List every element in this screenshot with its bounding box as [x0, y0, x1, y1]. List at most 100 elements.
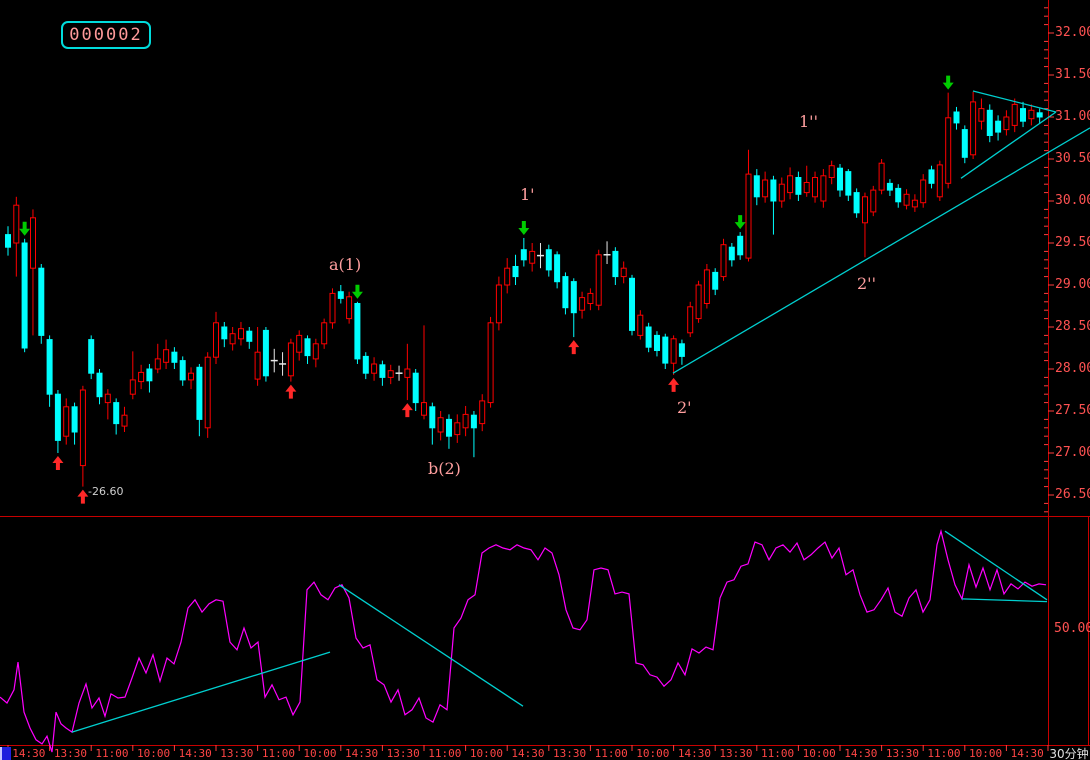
candle-body [479, 400, 486, 425]
trading-app-window: 000002 32.0031.5031.0030.5030.0029.5029.… [0, 0, 1090, 760]
sell-arrow-icon [19, 221, 31, 236]
sell-arrow-icon [518, 220, 530, 235]
candle-body [362, 355, 369, 374]
oscillator-level-label: 50.00 [1054, 621, 1090, 636]
candle-body [229, 333, 236, 345]
candle-body [728, 246, 735, 261]
candle-body [454, 422, 461, 436]
candle-body [312, 343, 319, 360]
candle-body [113, 402, 120, 425]
oscillator-trendline [71, 651, 331, 733]
buy-arrow-icon [77, 489, 89, 504]
candle-body [878, 162, 885, 191]
candle-body [446, 418, 452, 437]
candle-body [470, 414, 477, 429]
candle-body [512, 266, 519, 278]
candle-body [570, 281, 577, 314]
candle-body [637, 314, 644, 336]
candle-body [587, 292, 594, 304]
candle-body [504, 267, 511, 286]
symbol-code-box[interactable]: 000002 [61, 21, 151, 49]
candle-body [171, 351, 178, 363]
candle-body [54, 393, 61, 441]
candle-body [196, 366, 203, 420]
candle-body [595, 254, 602, 306]
panel-borders [0, 0, 1090, 746]
candle-body [13, 204, 20, 244]
candle-body [978, 108, 985, 122]
sell-arrow-icon [351, 284, 363, 299]
candle-body [154, 358, 161, 370]
candle-body [346, 296, 353, 320]
candle-body [645, 326, 652, 348]
interval-label[interactable]: 30分钟 [1049, 745, 1089, 760]
oscillator-trendline [338, 584, 524, 707]
candle-body [1028, 109, 1035, 120]
candle-body [495, 284, 502, 324]
candle-body [129, 379, 136, 395]
candle-body [554, 254, 561, 283]
oscillator-panel [0, 528, 1048, 753]
candle-body [695, 284, 702, 320]
sell-arrow-icon [734, 215, 746, 230]
candle-body [79, 389, 86, 467]
buy-arrow-icon [52, 456, 64, 470]
candle-body [213, 322, 219, 358]
candle-body [911, 199, 918, 208]
candle-body [304, 338, 311, 357]
buy-arrow-icon [285, 384, 297, 399]
candle-body [778, 183, 785, 202]
candle-body [96, 372, 103, 398]
candle-body [737, 235, 744, 256]
candle-body [5, 234, 11, 248]
candle-body [63, 406, 70, 437]
candle-body [670, 338, 677, 364]
signal-arrows [19, 75, 954, 504]
candle-body [287, 342, 294, 377]
candle-body [712, 271, 719, 290]
candle-body [953, 111, 960, 124]
candle-body [412, 372, 419, 404]
candle-body [803, 182, 810, 194]
candle-body [529, 250, 536, 264]
candle-body [787, 175, 794, 194]
candle-body [961, 129, 968, 158]
candle-body [703, 269, 710, 304]
candle-body [853, 192, 860, 214]
candle-body [88, 339, 95, 374]
candle-body [845, 171, 852, 196]
candle-body [188, 372, 194, 381]
candle-body [862, 196, 868, 224]
corner-marker [0, 747, 11, 760]
buy-arrow-icon [401, 403, 413, 418]
candle-body [337, 291, 344, 299]
buy-arrow-icon [568, 340, 580, 355]
candle-body [753, 175, 760, 198]
candle-body [870, 189, 877, 213]
candle-body [387, 370, 394, 378]
candle-body [903, 193, 910, 206]
candle-body [895, 187, 902, 203]
candle-body [329, 292, 336, 324]
buy-arrow-icon [668, 377, 680, 392]
candle-body [437, 417, 444, 433]
candle-body [204, 356, 211, 429]
candle-body [221, 326, 228, 340]
candle-body [1036, 112, 1043, 118]
candle-body [254, 351, 261, 380]
candle-body [404, 368, 411, 378]
candle-body [970, 101, 977, 156]
candle-body [662, 336, 669, 364]
candle-body [920, 179, 927, 204]
candle-body [678, 343, 685, 357]
candle-body [612, 250, 619, 278]
candle-body [770, 179, 777, 202]
candle-body [146, 368, 153, 382]
candle-body [629, 277, 635, 331]
candle-body [928, 169, 935, 184]
candle-body [321, 322, 328, 345]
candle-body [179, 360, 186, 381]
candle-body [1003, 116, 1010, 131]
candle-body [1020, 108, 1026, 122]
oscillator-trendline [961, 598, 1048, 603]
